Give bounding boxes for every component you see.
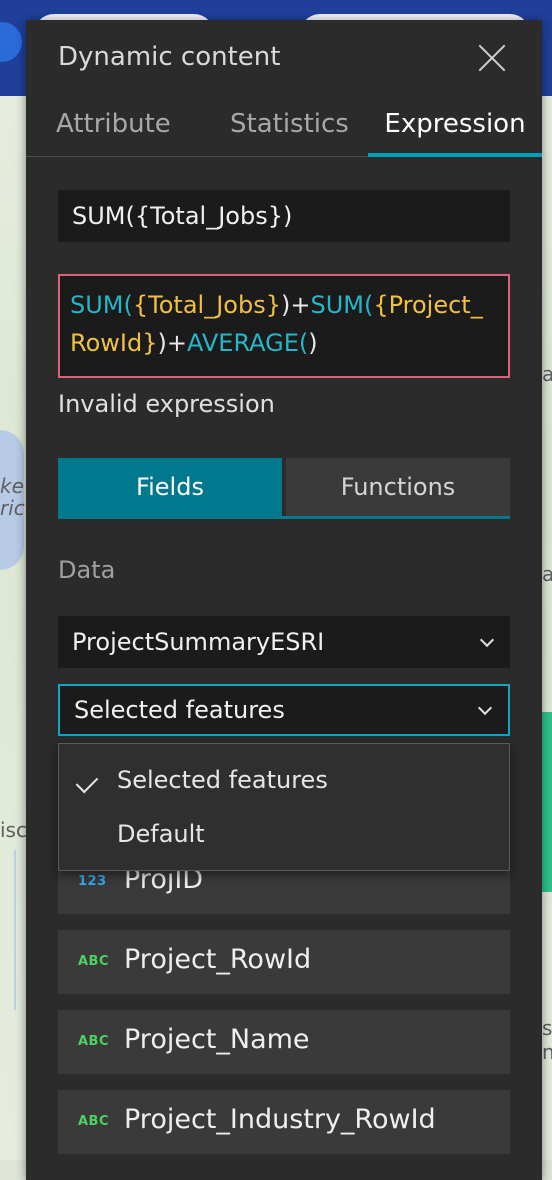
token-field: {Total_Jobs} bbox=[132, 291, 281, 319]
validation-message: Invalid expression bbox=[58, 390, 275, 418]
option-label: Selected features bbox=[117, 766, 328, 794]
tab-expression[interactable]: Expression bbox=[368, 100, 542, 157]
checkmark-icon bbox=[75, 770, 99, 794]
segment-underline bbox=[58, 516, 510, 519]
data-source-select[interactable]: ProjectSummaryESRI bbox=[58, 616, 510, 668]
field-name: Project_RowId bbox=[124, 944, 312, 975]
fields-button[interactable]: Fields bbox=[58, 458, 282, 516]
field-name: Project_Name bbox=[124, 1024, 310, 1055]
token-operator: ) bbox=[308, 329, 318, 357]
string-type-icon: ABC bbox=[78, 1114, 110, 1129]
feature-scope-dropdown: Selected features Default bbox=[58, 743, 510, 871]
token-function: AVERAGE( bbox=[186, 329, 309, 357]
map-label: ric bbox=[0, 496, 25, 520]
data-source-value: ProjectSummaryESRI bbox=[72, 628, 325, 656]
close-icon[interactable] bbox=[474, 40, 510, 76]
tab-bar: Attribute Statistics Expression bbox=[26, 100, 542, 157]
data-section-label: Data bbox=[58, 556, 116, 584]
feature-scope-value: Selected features bbox=[74, 696, 285, 724]
field-name: Project_Industry_RowId bbox=[124, 1104, 436, 1135]
map-label: a bbox=[542, 562, 552, 586]
tab-statistics[interactable]: Statistics bbox=[230, 100, 349, 156]
chevron-down-icon bbox=[479, 632, 495, 648]
panel-title: Dynamic content bbox=[58, 42, 281, 72]
option-label: Default bbox=[117, 820, 205, 848]
fields-functions-switch: Fields Functions bbox=[58, 458, 510, 520]
active-tab-indicator bbox=[368, 153, 542, 157]
map-label: a bbox=[542, 362, 552, 386]
token-function: SUM( bbox=[70, 291, 133, 319]
option-selected-features[interactable]: Selected features bbox=[59, 752, 509, 808]
map-label: s bbox=[542, 1016, 552, 1040]
field-item-project-rowid[interactable]: ABC Project_RowId bbox=[58, 930, 510, 994]
tab-expression-label: Expression bbox=[384, 109, 526, 139]
field-item-project-industry-rowid[interactable]: ABC Project_Industry_RowId bbox=[58, 1090, 510, 1154]
option-default[interactable]: Default bbox=[59, 806, 509, 862]
map-label: isc bbox=[0, 818, 27, 842]
map-label: n bbox=[542, 1040, 552, 1064]
expression-editor[interactable]: SUM({Total_Jobs})+SUM({Project_RowId})+A… bbox=[58, 274, 510, 378]
expression-name-input[interactable] bbox=[58, 190, 510, 242]
token-function: SUM( bbox=[310, 291, 374, 319]
number-type-icon: 123 bbox=[78, 874, 107, 889]
token-operator: )+ bbox=[157, 329, 187, 357]
functions-button[interactable]: Functions bbox=[286, 458, 510, 516]
string-type-icon: ABC bbox=[78, 1034, 110, 1049]
feature-scope-select[interactable]: Selected features bbox=[58, 684, 510, 736]
map-river bbox=[0, 850, 16, 1010]
dynamic-content-panel: Dynamic content Attribute Statistics Exp… bbox=[26, 20, 542, 1180]
string-type-icon: ABC bbox=[78, 954, 110, 969]
tab-attribute[interactable]: Attribute bbox=[56, 100, 171, 156]
field-item-project-name[interactable]: ABC Project_Name bbox=[58, 1010, 510, 1074]
panel-header: Dynamic content bbox=[26, 20, 542, 100]
token-operator: )+ bbox=[280, 291, 311, 319]
chevron-down-icon bbox=[477, 700, 493, 716]
map-label: ke bbox=[0, 474, 24, 498]
